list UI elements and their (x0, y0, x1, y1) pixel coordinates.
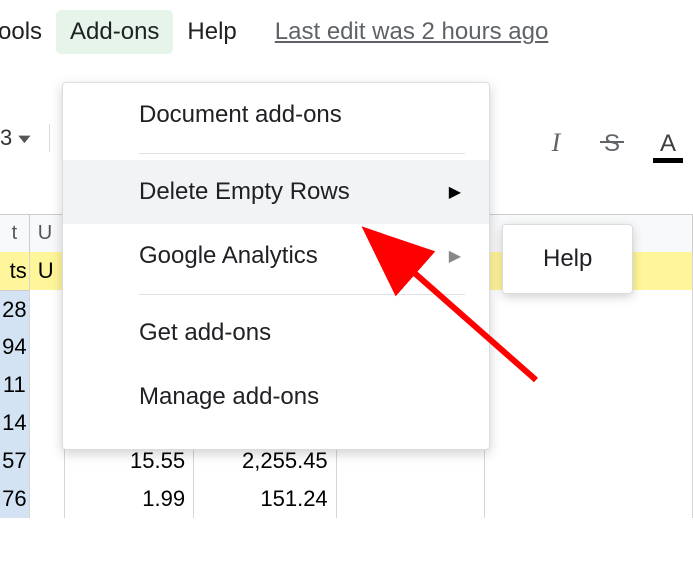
menu-separator (139, 153, 465, 154)
menu-bar: ools Add-ons Help Last edit was 2 hours … (0, 0, 693, 68)
menu-item-label: Manage add-ons (139, 383, 319, 410)
cell[interactable]: 11 (0, 366, 30, 404)
svg-text:A: A (660, 130, 676, 155)
cell[interactable]: 57 (0, 442, 30, 480)
cell[interactable] (30, 480, 66, 518)
cell[interactable]: U (30, 252, 66, 290)
text-color-button[interactable]: A (653, 124, 683, 160)
chevron-right-icon: ▶ (449, 246, 461, 266)
zoom-dropdown[interactable]: 3 ▼ (0, 124, 50, 152)
italic-button[interactable]: I (541, 124, 571, 160)
strikethrough-button[interactable]: S (597, 124, 627, 160)
last-edit-status[interactable]: Last edit was 2 hours ago (275, 18, 549, 46)
chevron-right-icon: ▶ (449, 182, 461, 202)
menu-item-label: Get add-ons (139, 319, 271, 346)
cell[interactable] (485, 328, 693, 366)
cell[interactable] (485, 480, 693, 518)
col-header-partial[interactable]: t (0, 214, 30, 252)
cell[interactable]: 151.24 (194, 480, 337, 518)
zoom-value: 3 (0, 125, 12, 151)
cell[interactable]: 1.99 (65, 480, 194, 518)
menu-item-label: Google Analytics (139, 242, 318, 269)
svg-text:I: I (551, 129, 562, 155)
menu-item-get-addons[interactable]: Get add-ons (63, 301, 489, 365)
cell[interactable]: 14 (0, 404, 30, 442)
table-row[interactable]: 76 1.99 151.24 (0, 480, 693, 518)
cell[interactable] (485, 366, 693, 404)
menu-item-label: Document add-ons (139, 101, 342, 128)
toolbar-separator (49, 124, 50, 152)
chevron-down-icon: ▼ (14, 131, 35, 146)
submenu-item-label: Help (543, 245, 592, 272)
cell[interactable]: 28 (0, 290, 30, 328)
cell[interactable] (30, 404, 66, 442)
menu-separator (139, 294, 465, 295)
cell[interactable] (30, 366, 66, 404)
menu-item-delete-empty-rows[interactable]: Delete Empty Rows ▶ (63, 160, 489, 224)
menu-tools[interactable]: ools (0, 10, 56, 54)
addons-dropdown-menu: Document add-ons Delete Empty Rows ▶ Goo… (62, 82, 490, 450)
format-toolbar: I S A (541, 124, 683, 160)
col-header-partial2[interactable]: U (30, 214, 66, 252)
menu-help[interactable]: Help (173, 10, 250, 54)
cell[interactable]: 76 (0, 480, 30, 518)
cell[interactable] (485, 404, 693, 442)
cell[interactable] (30, 290, 66, 328)
cell[interactable] (485, 290, 693, 328)
cell[interactable] (30, 328, 66, 366)
cell[interactable]: 94 (0, 328, 30, 366)
menu-item-label: Delete Empty Rows (139, 178, 350, 205)
menu-addons[interactable]: Add-ons (56, 10, 173, 54)
menu-item-document-addons[interactable]: Document add-ons (63, 83, 489, 147)
addons-submenu: Help (502, 224, 633, 294)
menu-item-google-analytics[interactable]: Google Analytics ▶ (63, 224, 489, 288)
cell[interactable]: ts (0, 252, 30, 290)
cell[interactable] (30, 442, 66, 480)
cell[interactable] (337, 480, 485, 518)
menu-item-manage-addons[interactable]: Manage add-ons (63, 365, 489, 429)
text-color-swatch (653, 158, 683, 163)
cell[interactable] (485, 442, 693, 480)
submenu-item-help[interactable]: Help (543, 245, 592, 273)
